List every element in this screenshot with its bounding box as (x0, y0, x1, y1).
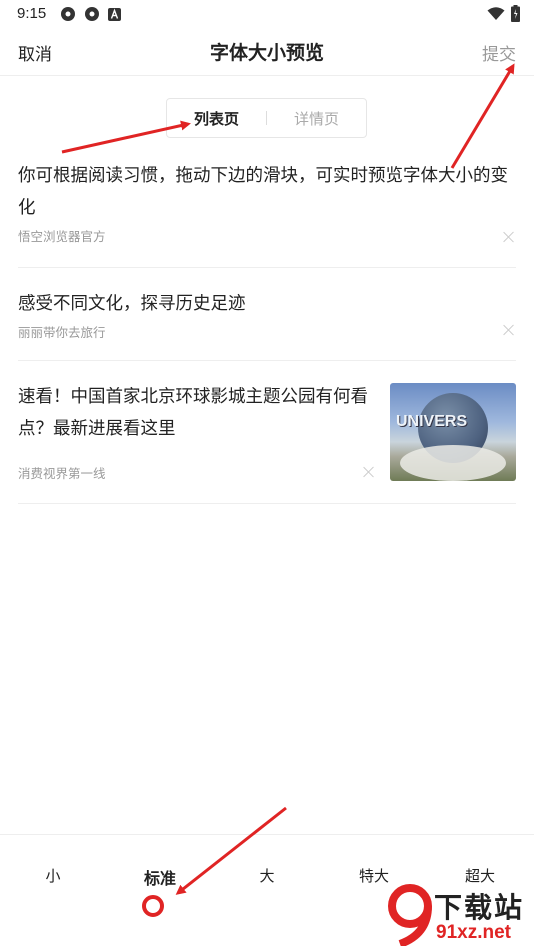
news-list: 你可根据阅读习惯，拖动下边的滑块，可实时预览字体大小的变化 悟空浏览器官方 感受… (18, 160, 516, 504)
a-icon (108, 8, 121, 21)
news-title: 感受不同文化，探寻历史足迹 (18, 294, 246, 314)
header: 取消 字体大小预览 提交 (0, 28, 534, 76)
watermark-url: 91xz.net (436, 922, 511, 943)
battery-icon (511, 5, 520, 22)
page-title: 字体大小预览 (209, 42, 324, 64)
news-thumbnail: UNIVERS (390, 383, 516, 481)
app-icon (85, 7, 99, 21)
watermark-logo (388, 884, 432, 946)
status-right (487, 5, 520, 22)
news-item[interactable]: 你可根据阅读习惯，拖动下边的滑块，可实时预览字体大小的变化 悟空浏览器官方 (18, 160, 516, 268)
thumbnail-text: UNIVERS (396, 413, 468, 430)
watermark-text: 下载站 (434, 891, 525, 924)
status-bar: 9:15 (0, 0, 534, 28)
news-item[interactable]: 速看！中国首家北京环球影城主题公园有何看点？最新进展看这里 消费视界第一线 UN… (18, 361, 516, 504)
close-icon[interactable] (502, 323, 516, 337)
news-item[interactable]: 感受不同文化，探寻历史足迹 丽丽带你去旅行 (18, 268, 516, 361)
close-icon[interactable] (502, 230, 516, 244)
status-time: 9:15 (17, 5, 47, 22)
size-standard[interactable]: 标准 (144, 865, 176, 889)
wifi-icon (487, 6, 505, 20)
preview-tabs: 列表页 详情页 (166, 98, 367, 138)
news-source: 悟空浏览器官方 (18, 229, 106, 244)
news-source: 丽丽带你去旅行 (18, 325, 106, 340)
size-small[interactable]: 小 (45, 865, 60, 886)
news-title: 速看！中国首家北京环球影城主题公园有何看点？最新进展看这里 (18, 387, 368, 439)
slider-knob[interactable] (142, 895, 164, 917)
news-title: 你可根据阅读习惯，拖动下边的滑块，可实时预览字体大小的变化 (18, 166, 508, 218)
close-icon[interactable] (362, 465, 376, 479)
watermark: 下载站 91xz.net (388, 880, 534, 950)
tab-list-page[interactable]: 列表页 (167, 108, 266, 129)
arrow-to-submit (450, 63, 515, 169)
size-extra-large[interactable]: 特大 (359, 865, 389, 886)
submit-button[interactable]: 提交 (482, 40, 516, 65)
size-large[interactable]: 大 (259, 865, 274, 886)
mist-image (400, 445, 506, 481)
app-icon (61, 7, 75, 21)
tab-detail-page[interactable]: 详情页 (267, 108, 366, 129)
